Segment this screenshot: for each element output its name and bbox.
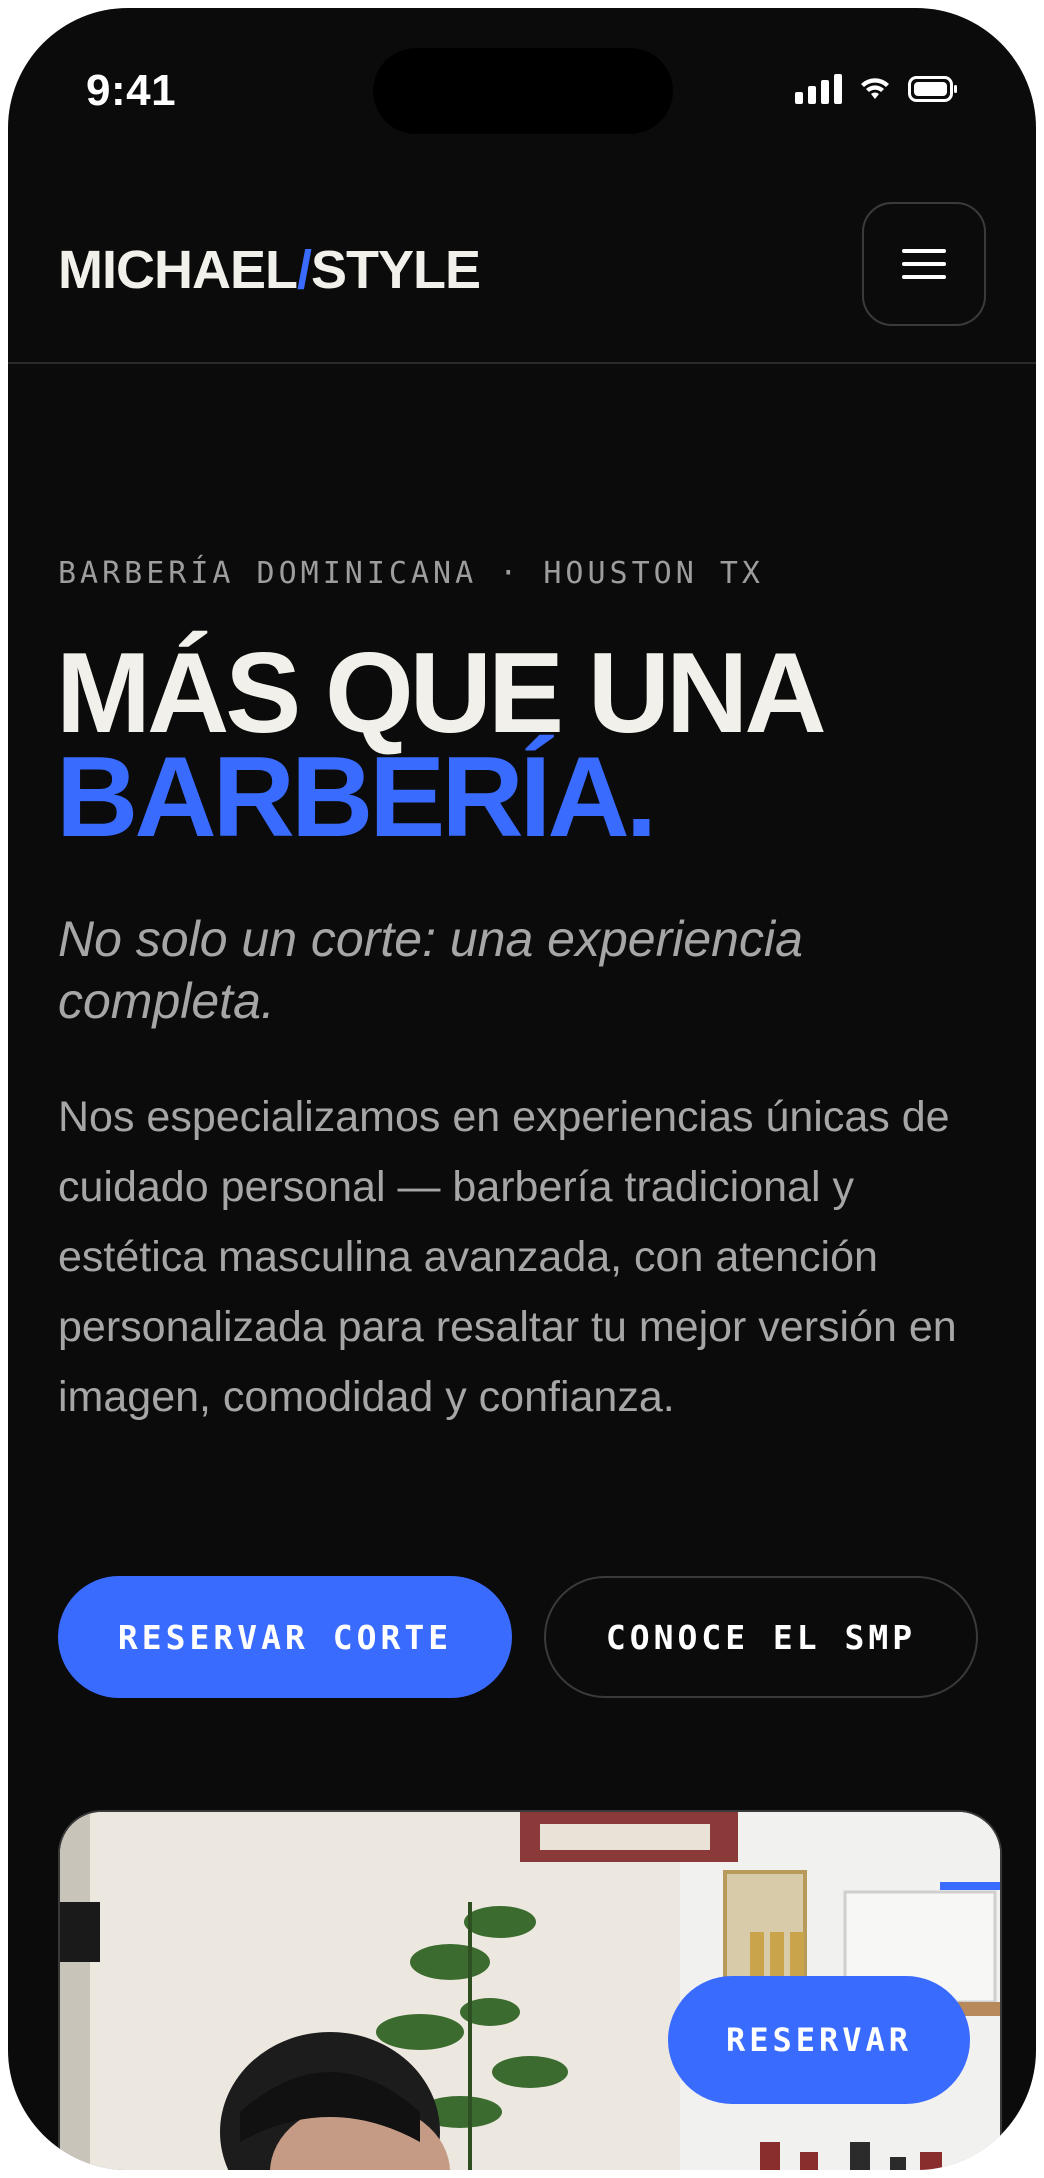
hero-subtitle: No solo un corte: una experiencia comple…	[58, 911, 803, 1029]
logo-text-style: STYLE	[311, 240, 481, 300]
floating-reserve-button[interactable]: RESERVAR	[668, 1976, 970, 2104]
brand-logo[interactable]: MICHAEL/STYLE	[58, 240, 481, 300]
dynamic-island	[373, 48, 673, 134]
hero-eyebrow: BARBERÍA DOMINICANA · HOUSTON TX	[58, 556, 764, 591]
menu-icon-line	[902, 275, 946, 279]
hero-description: Nos especializamos en experiencias única…	[58, 1093, 957, 1421]
hamburger-menu-button[interactable]	[862, 202, 986, 326]
cellular-signal-icon	[795, 74, 842, 104]
headline-line-2: BARBERÍA.	[56, 734, 657, 861]
menu-icon-line	[902, 249, 946, 253]
phone-frame: 9:41 MICHAEL/STYLE BARBERÍA DOMINICANA ·…	[8, 8, 1036, 2170]
status-bar: 9:41	[8, 8, 1036, 158]
headline-line-1: MÁS QUE UNA	[56, 630, 827, 757]
battery-icon	[908, 76, 958, 102]
learn-smp-button[interactable]: CONOCE EL SMP	[544, 1576, 978, 1698]
status-icons	[795, 74, 958, 104]
status-time: 9:41	[86, 66, 177, 115]
wifi-icon	[860, 77, 890, 101]
menu-icon-line	[902, 262, 946, 266]
reserve-cut-button[interactable]: RESERVAR CORTE	[58, 1576, 512, 1698]
logo-slash: /	[296, 240, 312, 300]
hero-headline: MÁS QUE UNA BARBERÍA.	[56, 630, 827, 861]
logo-text-michael: MICHAEL	[58, 240, 298, 300]
